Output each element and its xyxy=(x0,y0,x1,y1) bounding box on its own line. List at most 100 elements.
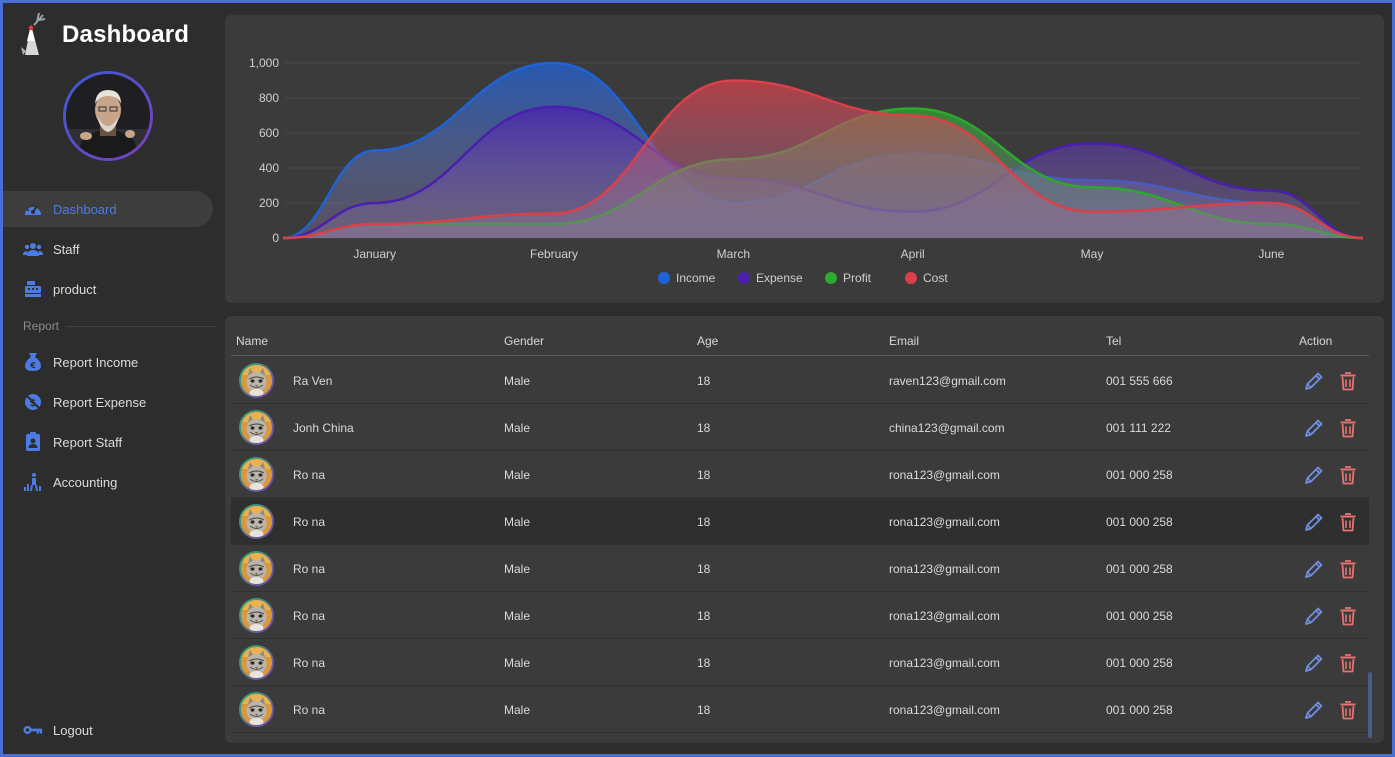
edit-button[interactable] xyxy=(1303,511,1325,533)
sidebar-item-staff[interactable]: Staff xyxy=(3,231,221,267)
logout-button[interactable]: Logout xyxy=(3,712,221,748)
id-badge-icon xyxy=(23,432,43,452)
x-tick-label: March xyxy=(717,247,750,261)
app-window: Dashboard Dashboard Staff product Report… xyxy=(3,3,1392,754)
cat-avatar-image xyxy=(241,647,272,678)
cell-name: Ro na xyxy=(293,515,326,529)
avatar xyxy=(239,598,274,633)
cell-gender: Male xyxy=(504,515,531,529)
pencil-icon xyxy=(1305,513,1323,531)
cell-gender: Male xyxy=(504,609,531,623)
x-tick-label: January xyxy=(353,247,396,261)
table-row[interactable]: Ro na Male 18 rona123@gmail.com 001 000 … xyxy=(231,451,1369,498)
table-row[interactable]: Ro na Male 18 rona123@gmail.com 001 000 … xyxy=(231,592,1369,639)
profile-photo xyxy=(66,74,150,158)
table-scrollbar[interactable] xyxy=(1368,672,1372,738)
delete-button[interactable] xyxy=(1337,417,1359,439)
sidebar-item-report-staff[interactable]: Report Staff xyxy=(3,424,221,460)
cat-avatar-image xyxy=(241,600,272,631)
legend-label[interactable]: Profit xyxy=(843,271,872,285)
sidebar-item-report-expense[interactable]: $ Report Expense xyxy=(3,384,221,420)
cell-tel: 001 000 258 xyxy=(1106,656,1173,670)
cell-email: rona123@gmail.com xyxy=(889,703,1000,717)
delete-button[interactable] xyxy=(1337,511,1359,533)
cell-email: china123@gmail.com xyxy=(889,421,1005,435)
cell-gender: Male xyxy=(504,374,531,388)
y-tick-label: 600 xyxy=(259,126,279,140)
sidebar-item-label: Report Income xyxy=(53,354,139,370)
logout-area: Logout xyxy=(3,712,221,748)
table-row[interactable]: Ro na Male 18 rona123@gmail.com 001 000 … xyxy=(231,686,1369,733)
legend-marker[interactable] xyxy=(825,272,837,284)
avatar xyxy=(239,692,274,727)
edit-button[interactable] xyxy=(1303,605,1325,627)
sidebar-item-label: Staff xyxy=(53,241,80,257)
cell-gender: Male xyxy=(504,468,531,482)
key-icon xyxy=(23,720,43,740)
table-row[interactable]: Ro na Male 18 rona123@gmail.com 001 000 … xyxy=(231,639,1369,686)
app-logo-icon xyxy=(21,12,46,55)
cell-age: 18 xyxy=(697,609,711,623)
cell-email: raven123@gmail.com xyxy=(889,374,1006,388)
delete-button[interactable] xyxy=(1337,652,1359,674)
table-row[interactable]: Ro na Male 18 rona123@gmail.com 001 000 … xyxy=(231,498,1369,545)
column-header-tel[interactable]: Tel xyxy=(1106,334,1121,348)
legend-marker[interactable] xyxy=(738,272,750,284)
delete-button[interactable] xyxy=(1337,558,1359,580)
cell-age: 18 xyxy=(697,562,711,576)
edit-button[interactable] xyxy=(1303,417,1325,439)
delete-button[interactable] xyxy=(1337,605,1359,627)
cell-tel: 001 000 258 xyxy=(1106,562,1173,576)
profile-avatar[interactable] xyxy=(63,71,153,161)
cell-name: Ro na xyxy=(293,562,326,576)
table-row[interactable]: Ro na Male 18 rona123@gmail.com 001 000 … xyxy=(231,545,1369,592)
cell-email: rona123@gmail.com xyxy=(889,656,1000,670)
cell-tel: 001 000 258 xyxy=(1106,703,1173,717)
table-row[interactable]: Jonh China Male 18 china123@gmail.com 00… xyxy=(231,404,1369,451)
cell-name: Jonh China xyxy=(293,421,354,435)
pencil-icon xyxy=(1305,607,1323,625)
cell-gender: Male xyxy=(504,562,531,576)
sidebar-item-label: Dashboard xyxy=(53,201,117,217)
legend-label[interactable]: Income xyxy=(676,271,716,285)
delete-button[interactable] xyxy=(1337,370,1359,392)
speedometer-icon xyxy=(23,199,43,219)
cat-avatar-image xyxy=(241,459,272,490)
cell-email: rona123@gmail.com xyxy=(889,515,1000,529)
column-header-email[interactable]: Email xyxy=(889,334,919,348)
sidebar-item-label: Accounting xyxy=(53,474,118,490)
edit-button[interactable] xyxy=(1303,370,1325,392)
column-header-name[interactable]: Name xyxy=(236,334,268,348)
edit-button[interactable] xyxy=(1303,652,1325,674)
edit-button[interactable] xyxy=(1303,464,1325,486)
cell-age: 18 xyxy=(697,374,711,388)
no-money-icon: $ xyxy=(23,392,43,412)
column-header-age[interactable]: Age xyxy=(697,334,718,348)
legend-marker[interactable] xyxy=(905,272,917,284)
table-row[interactable]: Ra Ven Male 18 raven123@gmail.com 001 55… xyxy=(231,357,1369,404)
cell-age: 18 xyxy=(697,703,711,717)
sidebar: Dashboard Dashboard Staff product Report… xyxy=(3,3,221,754)
column-header-gender[interactable]: Gender xyxy=(504,334,544,348)
avatar xyxy=(239,551,274,586)
sidebar-item-dashboard[interactable]: Dashboard xyxy=(3,191,213,227)
sidebar-item-product[interactable]: product xyxy=(3,271,221,307)
edit-button[interactable] xyxy=(1303,558,1325,580)
legend-label[interactable]: Expense xyxy=(756,271,803,285)
trash-icon xyxy=(1340,419,1356,438)
delete-button[interactable] xyxy=(1337,699,1359,721)
sidebar-item-report-income[interactable]: € Report Income xyxy=(3,344,221,380)
cell-gender: Male xyxy=(504,703,531,717)
edit-button[interactable] xyxy=(1303,699,1325,721)
delete-button[interactable] xyxy=(1337,464,1359,486)
cell-gender: Male xyxy=(504,421,531,435)
x-tick-label: May xyxy=(1081,247,1104,261)
legend-marker[interactable] xyxy=(658,272,670,284)
app-title: Dashboard xyxy=(62,21,190,48)
legend-label[interactable]: Cost xyxy=(923,271,948,285)
column-header-action: Action xyxy=(1299,334,1333,348)
sidebar-item-accounting[interactable]: Accounting xyxy=(3,464,221,500)
pencil-icon xyxy=(1305,466,1323,484)
pencil-icon xyxy=(1305,560,1323,578)
cell-name: Ro na xyxy=(293,468,326,482)
